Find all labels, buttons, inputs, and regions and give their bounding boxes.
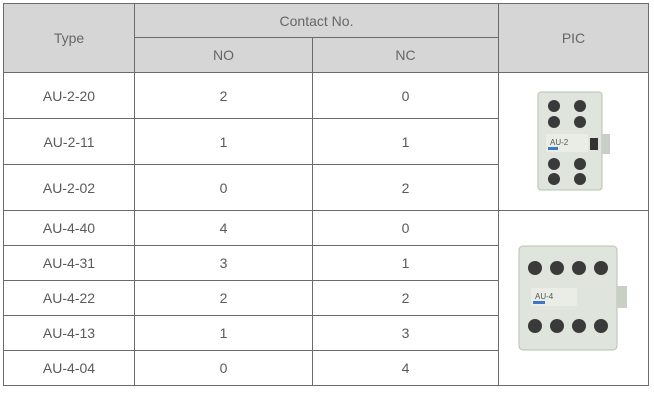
au2-contact-block-image: AU-2 bbox=[537, 91, 610, 190]
nc-cell: 2 bbox=[312, 280, 499, 316]
au4-product-label: AU-4 bbox=[535, 292, 554, 301]
no-cell: 0 bbox=[134, 350, 313, 386]
table-row: AU-4-40 4 0 AU-4 bbox=[3, 210, 649, 386]
type-cell: AU-4-31 bbox=[3, 245, 135, 281]
table-row: AU-2-20 2 0 AU-2 bbox=[3, 72, 649, 211]
nc-cell: 1 bbox=[312, 118, 499, 165]
header-no: NO bbox=[134, 37, 313, 73]
type-cell: AU-4-04 bbox=[3, 350, 135, 386]
au4-contact-block-image: AU-4 bbox=[518, 245, 627, 351]
header-nc: NC bbox=[312, 37, 499, 73]
no-cell: 2 bbox=[134, 72, 313, 119]
no-cell: 0 bbox=[134, 164, 313, 211]
type-cell: AU-4-13 bbox=[3, 315, 135, 351]
nc-cell: 4 bbox=[312, 350, 499, 386]
no-cell: 2 bbox=[134, 280, 313, 316]
header-type: Type bbox=[3, 3, 135, 73]
type-cell: AU-2-02 bbox=[3, 164, 135, 211]
no-cell: 1 bbox=[134, 118, 313, 165]
header-contact-no: Contact No. bbox=[134, 3, 499, 38]
contact-spec-table: Type Contact No. PIC NO NC AU-2-20 2 0 A… bbox=[3, 3, 649, 386]
nc-cell: 2 bbox=[312, 164, 499, 211]
no-cell: 1 bbox=[134, 315, 313, 351]
type-cell: AU-4-40 bbox=[3, 210, 135, 246]
au2-product-label: AU-2 bbox=[550, 138, 569, 147]
nc-cell: 3 bbox=[312, 315, 499, 351]
pic-cell-au2: AU-2 bbox=[498, 72, 649, 211]
nc-cell: 0 bbox=[312, 72, 499, 119]
no-cell: 4 bbox=[134, 210, 313, 246]
contact-spec-table-wrapper: Type Contact No. PIC NO NC AU-2-20 2 0 A… bbox=[3, 3, 649, 386]
no-cell: 3 bbox=[134, 245, 313, 281]
nc-cell: 0 bbox=[312, 210, 499, 246]
nc-cell: 1 bbox=[312, 245, 499, 281]
pic-cell-au4: AU-4 bbox=[498, 210, 649, 386]
type-cell: AU-2-20 bbox=[3, 72, 135, 119]
type-cell: AU-4-22 bbox=[3, 280, 135, 316]
type-cell: AU-2-11 bbox=[3, 118, 135, 165]
header-pic: PIC bbox=[498, 3, 649, 73]
